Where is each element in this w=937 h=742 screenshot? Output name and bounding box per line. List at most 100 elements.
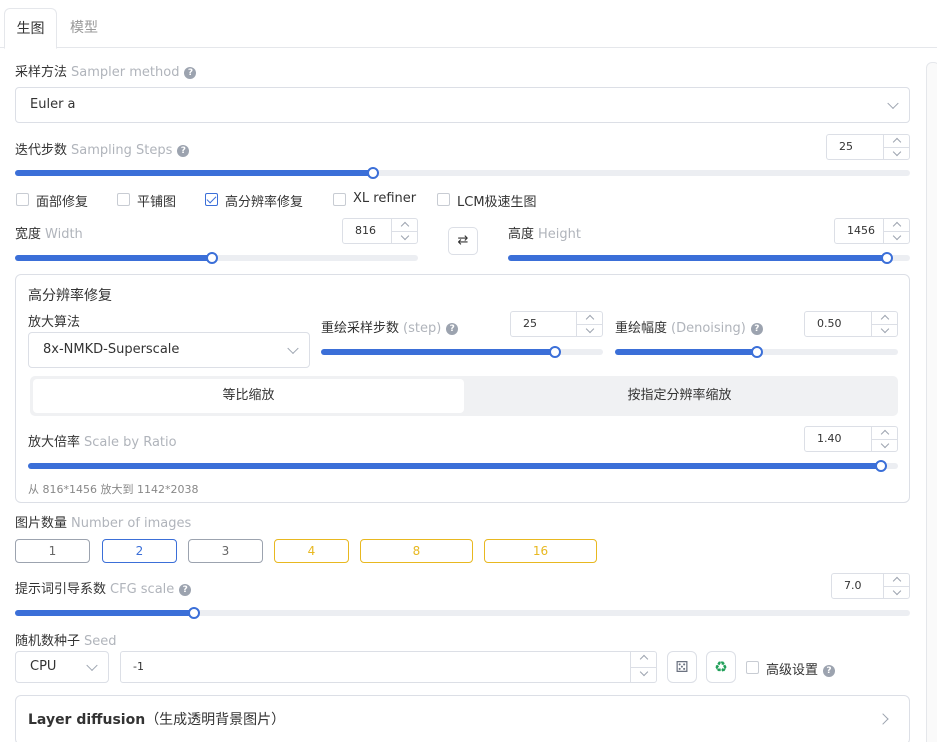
stepper-down-icon[interactable] [631, 667, 656, 682]
checkbox-hires-fix[interactable] [205, 193, 218, 206]
stepper-up-icon[interactable] [577, 312, 602, 324]
stepper-up-icon[interactable] [631, 652, 656, 667]
reuse-seed-button[interactable]: ♻ [706, 651, 736, 683]
layer-diffusion-accordion[interactable]: Layer diffusion（生成透明背景图片） [15, 695, 910, 742]
ratio-stepper[interactable] [871, 427, 897, 451]
stepper-up-icon[interactable] [872, 427, 897, 439]
steps-slider-handle[interactable] [367, 167, 379, 179]
count-option-16[interactable]: 16 [484, 539, 597, 563]
width-input[interactable]: 816 [342, 218, 418, 244]
scale-mode-tabs: 等比缩放 按指定分辨率缩放 [30, 376, 898, 416]
stepper-up-icon[interactable] [872, 312, 897, 324]
right-panel-edge [926, 62, 937, 742]
width-value: 816 [355, 224, 376, 237]
denoising-input[interactable]: 0.50 [804, 311, 898, 337]
tab-model[interactable]: 模型 [62, 8, 106, 48]
stepper-up-icon[interactable] [884, 135, 909, 147]
width-label-text: 宽度 [15, 227, 42, 242]
help-icon[interactable]: ? [823, 665, 836, 677]
width-stepper[interactable] [391, 219, 417, 243]
cfg-slider-fill [15, 610, 194, 616]
stepper-up-icon[interactable] [884, 219, 909, 231]
seed-value: -1 [133, 660, 144, 673]
stepper-down-icon[interactable] [872, 324, 897, 336]
sampler-select[interactable]: Euler a [15, 87, 910, 123]
steps-slider-fill [15, 170, 373, 176]
tab-scale-by-ratio[interactable]: 等比缩放 [33, 379, 464, 413]
height-slider[interactable] [508, 252, 910, 264]
checkbox-face-restore-label: 面部修复 [36, 195, 89, 210]
cfg-input[interactable]: 7.0 [831, 573, 910, 599]
hires-steps-stepper[interactable] [576, 312, 602, 336]
steps-input[interactable]: 25 [826, 134, 910, 160]
denoising-slider-handle[interactable] [750, 346, 763, 358]
advanced-settings-checkbox[interactable] [746, 661, 759, 674]
ratio-input[interactable]: 1.40 [804, 426, 898, 452]
cfg-stepper[interactable] [883, 574, 909, 598]
count-option-3[interactable]: 3 [188, 539, 263, 563]
height-label: 高度 Height [508, 223, 581, 242]
steps-slider[interactable] [15, 167, 910, 179]
seed-label-en: Seed [84, 634, 117, 649]
recycle-icon: ♻ [714, 658, 728, 676]
steps-stepper[interactable] [883, 135, 909, 159]
count-option-8[interactable]: 8 [360, 539, 473, 563]
help-icon[interactable]: ? [184, 67, 197, 79]
hires-steps-slider[interactable] [321, 346, 603, 358]
count-option-4[interactable]: 4 [274, 539, 349, 563]
chevron-right-icon [877, 713, 889, 725]
checkbox-xl-refiner[interactable] [333, 193, 346, 206]
checkbox-lcm[interactable] [437, 193, 450, 206]
height-label-en: Height [538, 227, 581, 242]
seed-stepper[interactable] [630, 652, 656, 682]
denoising-slider[interactable] [615, 346, 898, 358]
checkbox-tiling[interactable] [117, 193, 130, 206]
help-icon[interactable]: ? [179, 584, 192, 596]
hires-steps-label-en: (step) [403, 321, 442, 336]
stepper-up-icon[interactable] [884, 574, 909, 586]
seed-input[interactable]: -1 [120, 651, 657, 683]
cfg-slider[interactable] [15, 607, 910, 619]
seed-device-value: CPU [30, 659, 57, 674]
width-slider-handle[interactable] [206, 252, 219, 264]
advanced-settings-text: 高级设置 [766, 663, 819, 678]
tab-scale-to-resolution[interactable]: 按指定分辨率缩放 [464, 379, 895, 413]
steps-label: 迭代步数 Sampling Steps? [15, 139, 190, 158]
ratio-slider-handle[interactable] [874, 460, 887, 472]
stepper-down-icon[interactable] [392, 231, 417, 243]
hires-steps-input[interactable]: 25 [510, 311, 603, 337]
stepper-down-icon[interactable] [884, 231, 909, 243]
cfg-slider-handle[interactable] [188, 607, 200, 619]
dice-icon: ⚄ [675, 658, 689, 676]
checkbox-face-restore[interactable] [16, 193, 29, 206]
hires-steps-label: 重绘采样步数 (step)? [321, 317, 459, 336]
count-option-2[interactable]: 2 [102, 539, 177, 563]
swap-dimensions-button[interactable]: ⇄ [448, 227, 478, 255]
stepper-up-icon[interactable] [392, 219, 417, 231]
ratio-slider[interactable] [28, 460, 898, 472]
chevron-down-icon [86, 659, 98, 672]
hires-steps-slider-handle[interactable] [549, 346, 562, 358]
width-label: 宽度 Width [15, 223, 83, 242]
seed-label: 随机数种子 Seed [15, 630, 117, 649]
height-input[interactable]: 1456 [834, 218, 910, 244]
help-icon[interactable]: ? [446, 323, 459, 335]
ratio-label: 放大倍率 Scale by Ratio [28, 431, 177, 450]
stepper-down-icon[interactable] [872, 439, 897, 451]
stepper-down-icon[interactable] [884, 147, 909, 159]
num-images-label-text: 图片数量 [15, 516, 68, 531]
denoising-stepper[interactable] [871, 312, 897, 336]
count-option-1[interactable]: 1 [15, 539, 90, 563]
height-stepper[interactable] [883, 219, 909, 243]
stepper-down-icon[interactable] [884, 586, 909, 598]
width-slider[interactable] [15, 252, 418, 264]
upscaler-select[interactable]: 8x-NMKD-Superscale [28, 332, 310, 368]
random-seed-button[interactable]: ⚄ [667, 651, 697, 683]
help-icon[interactable]: ? [177, 145, 190, 157]
stepper-down-icon[interactable] [577, 324, 602, 336]
height-slider-handle[interactable] [881, 252, 894, 264]
tab-generate[interactable]: 生图 [4, 8, 57, 49]
upscaler-value: 8x-NMKD-Superscale [43, 342, 180, 357]
help-icon[interactable]: ? [750, 323, 763, 335]
seed-device-select[interactable]: CPU [15, 651, 109, 683]
